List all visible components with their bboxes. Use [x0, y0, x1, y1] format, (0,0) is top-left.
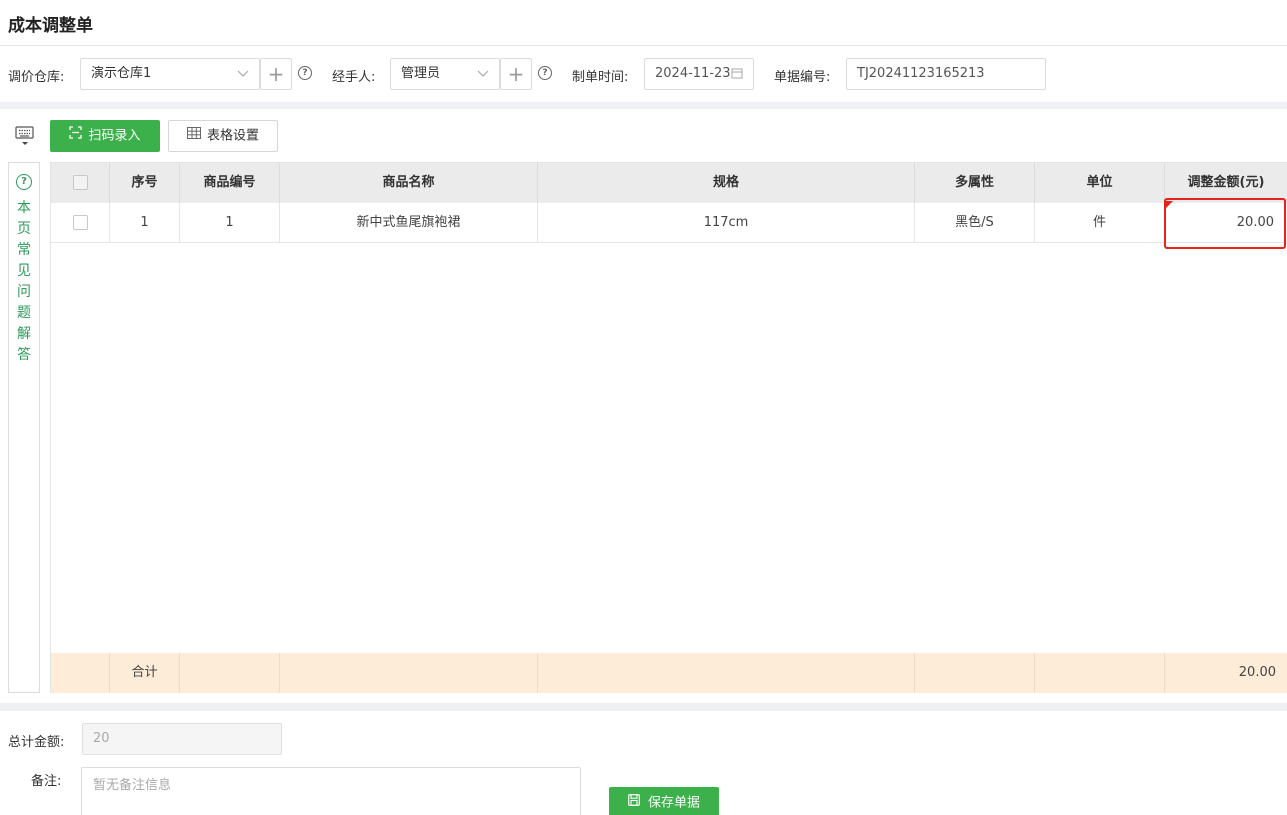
memo-label: 备注:: [31, 774, 62, 789]
footer-blank: [280, 653, 538, 693]
col-header-unit[interactable]: 单位: [1035, 163, 1165, 203]
cell-code: 1: [180, 203, 280, 243]
warehouse-label: 调价仓库:: [8, 70, 65, 85]
handler-select[interactable]: 管理员: [390, 58, 500, 90]
col-header-seq[interactable]: 序号: [110, 163, 180, 203]
doc-no-input[interactable]: TJ20241123165213: [846, 58, 1046, 90]
footer-blank: [180, 653, 280, 693]
footer-blank: [51, 653, 110, 693]
row-checkbox[interactable]: [72, 215, 88, 230]
select-all-cell: [51, 163, 110, 203]
cell-unit: 件: [1035, 203, 1165, 243]
col-header-spec[interactable]: 规格: [538, 163, 915, 203]
table-row: 1 1 新中式鱼尾旗袍裙 117cm 黑色/S 件 20.00: [51, 203, 1287, 243]
col-header-amount[interactable]: 调整金额(元): [1165, 163, 1287, 203]
doc-no-value: TJ20241123165213: [857, 66, 985, 81]
page-title: 成本调整单: [8, 16, 93, 36]
memo-placeholder: 暂无备注信息: [93, 778, 172, 793]
doc-no-label: 单据编号:: [774, 70, 831, 85]
table-grid-icon: [186, 121, 201, 151]
date-input[interactable]: 2024-11-23: [644, 58, 754, 90]
total-amount-value: 20: [93, 731, 110, 746]
items-table: 序号 商品编号 商品名称 规格 多属性 单位 调整金额(元) 1 1 新中式鱼尾…: [50, 162, 1287, 693]
header-form: 调价仓库: 演示仓库1 + ? 经手人: 管理员 + ? 制单时间: 2024-…: [0, 58, 1287, 90]
chevron-down-icon: [237, 59, 249, 101]
footer-blank: [538, 653, 915, 693]
memo-textarea[interactable]: 暂无备注信息: [81, 767, 581, 815]
footer-blank: [915, 653, 1035, 693]
table-header: 序号 商品编号 商品名称 规格 多属性 单位 调整金额(元): [51, 163, 1287, 203]
help-circle-icon: ?: [16, 174, 32, 190]
cell-name: 新中式鱼尾旗袍裙: [280, 203, 538, 243]
col-header-code[interactable]: 商品编号: [180, 163, 280, 203]
footer-total-amount: 20.00: [1238, 665, 1276, 680]
scan-entry-button[interactable]: 扫码录入: [50, 120, 160, 152]
add-warehouse-button[interactable]: +: [260, 58, 292, 90]
title-divider: [0, 45, 1287, 46]
amount-highlight-box: [1164, 198, 1286, 249]
calendar-icon: [731, 59, 743, 101]
cell-attr: 黑色/S: [915, 203, 1035, 243]
faq-label: 本页常见问题解答: [17, 200, 31, 363]
handler-help-icon[interactable]: ?: [538, 66, 552, 80]
handler-label: 经手人:: [332, 70, 376, 85]
save-icon: [628, 787, 640, 815]
total-amount-field: 20: [82, 723, 282, 755]
date-value: 2024-11-23: [655, 66, 731, 81]
add-handler-button[interactable]: +: [500, 58, 532, 90]
table-total-row: 合计 20.00: [51, 653, 1287, 693]
section-divider: [0, 703, 1287, 711]
select-all-checkbox[interactable]: [72, 175, 88, 190]
table-settings-label: 表格设置: [206, 128, 259, 144]
cell-spec: 117cm: [538, 203, 915, 243]
scan-entry-label: 扫码录入: [88, 128, 141, 144]
footer-total-label: 合计: [110, 653, 180, 693]
faq-side-panel[interactable]: ? 本页常见问题解答: [8, 162, 40, 693]
date-label: 制单时间:: [572, 70, 629, 85]
row-select-cell: [51, 203, 110, 243]
total-amount-label: 总计金额:: [8, 735, 65, 750]
scan-icon: [69, 120, 83, 152]
keyboard-icon[interactable]: [14, 124, 36, 146]
save-document-label: 保存单据: [647, 795, 700, 811]
table-settings-button[interactable]: 表格设置: [168, 120, 278, 152]
col-header-attr[interactable]: 多属性: [915, 163, 1035, 203]
warehouse-help-icon[interactable]: ?: [298, 66, 312, 80]
warehouse-select[interactable]: 演示仓库1: [80, 58, 260, 90]
col-header-name[interactable]: 商品名称: [280, 163, 538, 203]
edited-cell-marker: [1166, 201, 1173, 208]
footer-blank: [1035, 653, 1165, 693]
handler-value: 管理员: [401, 66, 441, 81]
save-document-button[interactable]: 保存单据: [609, 787, 719, 815]
warehouse-value: 演示仓库1: [91, 66, 152, 81]
cell-seq: 1: [110, 203, 180, 243]
section-divider: [0, 102, 1287, 109]
chevron-down-icon: [477, 59, 489, 101]
